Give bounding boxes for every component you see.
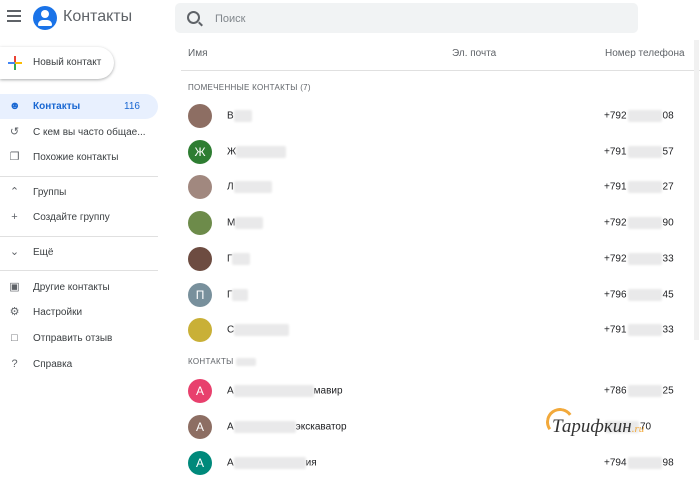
contact-name: Г xyxy=(227,253,251,265)
avatar: Ж xyxy=(188,140,212,164)
column-header-email: Эл. почта xyxy=(452,48,497,59)
new-contact-label: Новый контакт xyxy=(33,57,102,68)
contact-phone: +796 45 xyxy=(604,289,674,301)
sidebar-item-label: Контакты xyxy=(33,101,81,112)
person-icon: ☻ xyxy=(9,100,21,112)
avatar xyxy=(188,318,212,342)
history-icon: ↺ xyxy=(9,126,20,138)
contact-phone: +792 33 xyxy=(604,253,674,265)
sidebar-item-duplicates[interactable]: ❐ Похожие контакты xyxy=(0,145,158,170)
avatar: А xyxy=(188,415,212,439)
search-bar[interactable] xyxy=(175,3,638,35)
contact-name: Аия xyxy=(227,457,317,469)
gear-icon: ⚙ xyxy=(9,306,20,318)
sidebar-item-label: Справка xyxy=(33,359,73,370)
sidebar-item-more[interactable]: ⌄ Ещё xyxy=(0,240,158,265)
app-title: Контакты xyxy=(63,8,133,25)
sidebar-item-label: Настройки xyxy=(33,307,83,318)
sidebar-divider xyxy=(0,236,158,237)
avatar xyxy=(188,247,212,271)
contact-row[interactable]: Ж Ж +791 57 xyxy=(181,135,700,171)
contact-phone: +792 90 xyxy=(604,217,674,229)
sidebar-item-label: Похожие контакты xyxy=(33,152,119,163)
avatar: А xyxy=(188,451,212,475)
contact-name: Амавир xyxy=(227,385,343,397)
sidebar-item-feedback[interactable]: □ Отправить отзыв xyxy=(0,326,158,351)
contact-row[interactable]: М +792 90 xyxy=(181,206,700,242)
search-icon[interactable] xyxy=(187,11,200,24)
new-contact-button[interactable]: Новый контакт xyxy=(0,47,114,79)
sidebar-item-label: Создайте группу xyxy=(33,212,110,223)
header-divider xyxy=(181,70,700,71)
contact-row[interactable]: С +791 33 xyxy=(181,313,700,349)
contact-row[interactable]: Л +791 27 xyxy=(181,170,700,206)
chevron-up-icon: ⌃ xyxy=(9,186,20,198)
avatar xyxy=(188,175,212,199)
contact-name: В xyxy=(227,110,252,122)
archive-icon: ▣ xyxy=(9,281,20,293)
sidebar-divider xyxy=(0,176,158,177)
avatar: П xyxy=(188,283,212,307)
plus-icon: + xyxy=(11,211,18,223)
avatar xyxy=(188,104,212,128)
colored-plus-icon xyxy=(8,56,22,70)
contacts-logo-icon xyxy=(33,6,57,30)
sidebar-item-help[interactable]: ? Справка xyxy=(0,352,158,377)
scrollbar[interactable] xyxy=(694,40,699,340)
sidebar-item-label: Ещё xyxy=(33,247,54,258)
sidebar-item-label: С кем вы часто общае... xyxy=(33,127,146,138)
contact-row[interactable]: П Г +796 45 xyxy=(181,278,700,314)
column-header-name: Имя xyxy=(188,48,208,59)
contact-row[interactable]: А Аия +794 98 xyxy=(181,446,700,482)
sidebar-item-groups[interactable]: ⌃ Группы xyxy=(0,180,158,205)
sidebar-item-label: Группы xyxy=(33,187,67,198)
column-header-phone: Номер телефона xyxy=(605,48,685,59)
contact-phone: +794 98 xyxy=(604,457,674,469)
contact-phone: +792 08 xyxy=(604,110,674,122)
sidebar-item-label: Другие контакты xyxy=(33,282,110,293)
avatar xyxy=(188,211,212,235)
search-input[interactable] xyxy=(213,3,617,35)
sidebar-item-frequent[interactable]: ↺ С кем вы часто общае... xyxy=(0,120,158,145)
chevron-down-icon: ⌄ xyxy=(9,246,20,258)
top-bar: Контакты xyxy=(0,0,700,37)
help-icon: ? xyxy=(11,358,18,370)
contact-phone: +791 57 xyxy=(604,146,674,158)
sidebar-item-create-group[interactable]: + Создайте группу xyxy=(0,205,158,230)
hamburger-menu-icon[interactable] xyxy=(7,10,21,22)
watermark-text: Тарифкин.ru xyxy=(552,416,645,437)
contact-phone: +791 27 xyxy=(604,181,674,193)
contact-name: С xyxy=(227,324,290,336)
sidebar-item-label: Отправить отзыв xyxy=(33,333,113,344)
contact-row[interactable]: В +792 08 xyxy=(181,99,700,135)
contact-name: Аэкскаватор xyxy=(227,421,347,433)
contact-name: М xyxy=(227,217,264,229)
avatar: А xyxy=(188,379,212,403)
sidebar-item-other-contacts[interactable]: ▣ Другие контакты xyxy=(0,275,158,300)
sidebar-item-settings[interactable]: ⚙ Настройки xyxy=(0,300,158,325)
contact-phone: +791 33 xyxy=(604,324,674,336)
contact-name: Г xyxy=(227,289,249,301)
copy-icon: ❐ xyxy=(9,151,20,163)
contact-row[interactable]: А Амавир +786 25 xyxy=(181,374,700,410)
sidebar-item-contacts[interactable]: ☻ Контакты 116 xyxy=(0,94,158,119)
contact-name: Л xyxy=(227,181,272,193)
starred-section-title: ПОМЕЧЕННЫЕ КОНТАКТЫ (7) xyxy=(188,83,311,92)
contact-name: Ж xyxy=(227,146,287,158)
sidebar-divider xyxy=(0,270,158,271)
tarifkin-watermark: Тарифкин.ru xyxy=(543,405,696,446)
contact-row[interactable]: Г +792 33 xyxy=(181,242,700,278)
feedback-icon: □ xyxy=(11,332,18,344)
contacts-count: 116 xyxy=(124,101,140,112)
contact-phone: +786 25 xyxy=(604,385,674,397)
contacts-section-title: КОНТАКТЫ xyxy=(188,357,257,366)
